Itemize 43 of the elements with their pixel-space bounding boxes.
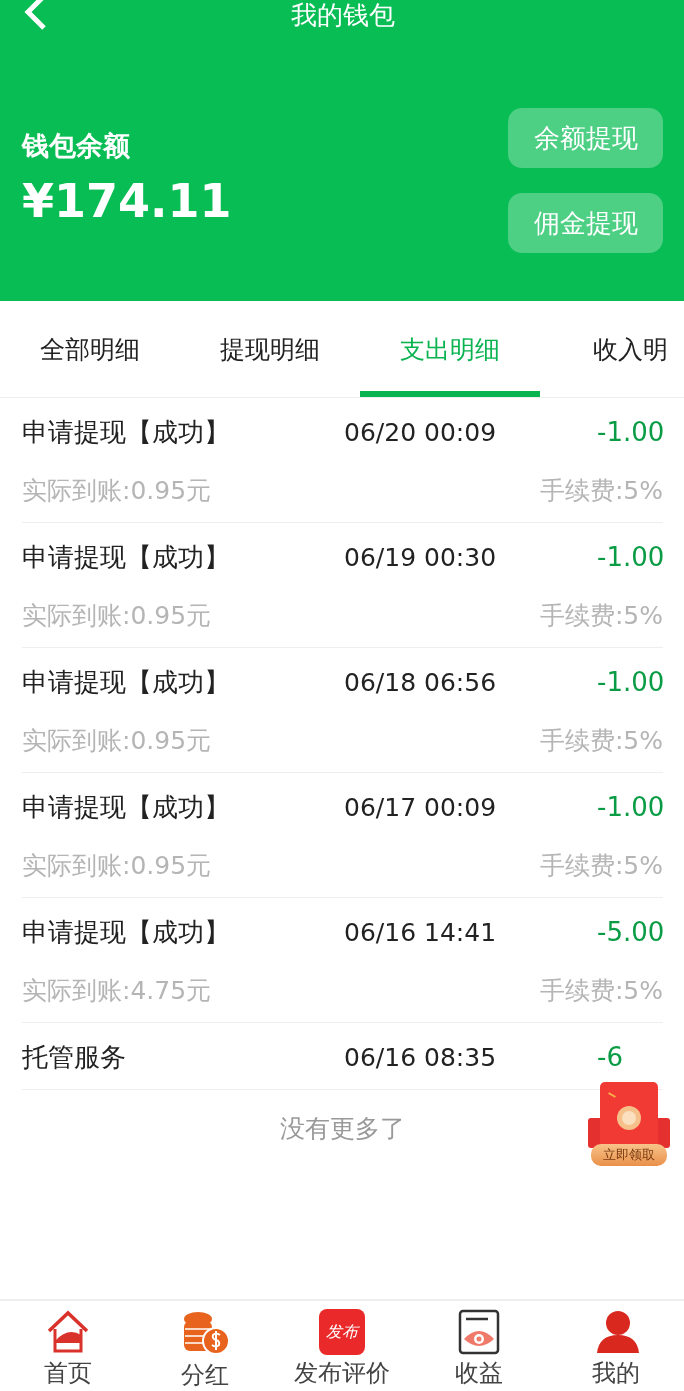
- record-title: 申请提现【成功】: [22, 915, 231, 949]
- record-title: 申请提现【成功】: [22, 790, 231, 824]
- record-amount: -1.00: [597, 792, 663, 822]
- tab[interactable]: 全部明细: [0, 301, 180, 397]
- received-amount: 实际到账:0.95元: [22, 599, 212, 632]
- record-title: 申请提现【成功】: [22, 540, 231, 574]
- record-amount: -5.00: [597, 917, 663, 947]
- tab[interactable]: 提现明细: [180, 301, 360, 397]
- balance-label: 钱包余额: [22, 129, 131, 163]
- fee-text: 手续费:5%: [539, 599, 663, 632]
- record-amount: -6: [597, 1042, 624, 1072]
- record-amount: -1.00: [597, 667, 663, 697]
- received-amount: 实际到账:4.75元: [22, 974, 212, 1007]
- record-time: 06/20 00:09: [344, 417, 498, 447]
- back-icon[interactable]: [22, 0, 48, 30]
- record-title: 托管服务: [22, 1040, 127, 1074]
- record-time: 06/19 00:30: [344, 542, 498, 572]
- nav-item[interactable]: 我的: [550, 1301, 681, 1391]
- record-title: 申请提现【成功】: [22, 415, 231, 449]
- received-amount: 实际到账:0.95元: [22, 849, 212, 882]
- end-note: 没有更多了: [280, 1114, 405, 1143]
- balance-amount: ¥174.11: [22, 174, 232, 228]
- nav-item[interactable]: 收益: [413, 1301, 544, 1391]
- record-title: 申请提现【成功】: [22, 665, 231, 699]
- record-time: 06/16 14:41: [344, 917, 498, 947]
- record-amount: -1.00: [597, 542, 663, 572]
- fee-text: 手续费:5%: [539, 474, 663, 507]
- record-time: 06/16 08:35: [344, 1042, 498, 1072]
- received-amount: 实际到账:0.95元: [22, 474, 212, 507]
- nav-item[interactable]: 发布 发布评价: [277, 1301, 407, 1391]
- received-amount: 实际到账:0.95元: [22, 724, 212, 757]
- record-time: 06/18 06:56: [344, 667, 498, 697]
- fee-text: 手续费:5%: [539, 724, 663, 757]
- publish-icon: 发布: [319, 1309, 365, 1355]
- record-time: 06/17 00:09: [344, 792, 498, 822]
- tab[interactable]: 收入明: [540, 301, 684, 397]
- nav-item[interactable]: 首页: [3, 1301, 134, 1391]
- record-amount: -1.00: [597, 417, 663, 447]
- eye-document-icon: [457, 1309, 500, 1355]
- fee-text: 手续费:5%: [539, 974, 663, 1007]
- nav-item[interactable]: 分红: [140, 1301, 271, 1391]
- page-title: 我的钱包: [290, 0, 395, 30]
- fee-text: 手续费:5%: [539, 849, 663, 882]
